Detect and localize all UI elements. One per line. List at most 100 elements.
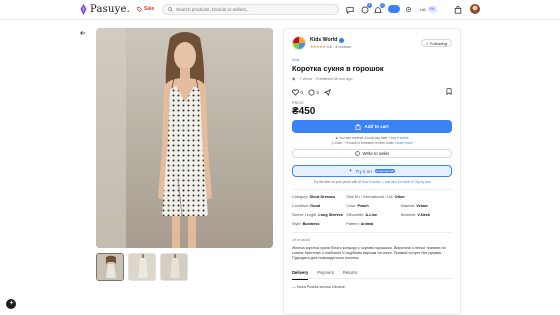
attribute-item: Style: Business	[292, 222, 343, 226]
price-label: PRICE	[292, 101, 304, 105]
share-button[interactable]	[323, 88, 331, 96]
product-attributes: Category: Short Dresses Size EU / Interna…	[292, 189, 452, 226]
stars-icon: ★★★★★	[310, 45, 326, 49]
chat-icon	[345, 6, 354, 14]
attribute-value: Peach	[357, 204, 369, 208]
attribute-item: Size EU / International / UA: Other	[346, 195, 452, 199]
verified-icon	[339, 37, 345, 43]
messages-button[interactable]: 1	[360, 3, 372, 14]
coin-icon: ◎	[331, 141, 335, 145]
logo-mark-icon	[80, 4, 87, 15]
send-icon	[323, 88, 331, 96]
thumbnail-1[interactable]	[96, 253, 124, 281]
attribute-value: Short Dresses	[309, 195, 336, 199]
back-button[interactable]	[80, 30, 86, 36]
attribute-key: Color:	[346, 204, 357, 208]
info-tabs: Delivery Payment Returns	[292, 270, 452, 280]
try-on-how-link[interactable]: How it works	[362, 180, 380, 184]
experimental-badge: Experimental	[374, 169, 396, 173]
write-to-seller-button[interactable]: Write to seller	[292, 149, 452, 158]
cart-icon	[355, 123, 361, 130]
search-bar[interactable]	[162, 4, 339, 15]
chat-icon	[354, 151, 360, 156]
comments-button[interactable]: 3	[308, 88, 319, 96]
brand-logo[interactable]: Pasuye.	[80, 4, 130, 15]
settings-button[interactable]	[404, 5, 413, 14]
product-title: Коротка сукня в горошок	[292, 64, 384, 73]
seller-rating-text: 4.6 · 4 reviews	[326, 45, 352, 49]
attribute-value: V-Neck	[417, 213, 431, 217]
notifications-button[interactable]: 2	[373, 3, 385, 14]
thumbnail-image	[97, 254, 123, 280]
note-line-2-text: Earn ~% back in bonuses on this order.	[335, 141, 395, 145]
try-it-on-label: Try it on	[355, 168, 372, 174]
tab-delivery[interactable]: Delivery	[292, 270, 309, 280]
seller-rating: ★★★★★ 4.6 · 4 reviews	[310, 44, 351, 49]
attribute-value: Animal	[360, 222, 374, 226]
attribute-item: Pattern: Animal	[346, 222, 397, 226]
attribute-value: Business	[302, 222, 320, 226]
learn-more-link[interactable]: Learn more	[395, 141, 412, 145]
tab-returns[interactable]: Returns	[343, 270, 358, 278]
theme-toggle[interactable]	[388, 5, 400, 13]
attribute-value: A-Line	[365, 213, 378, 217]
attribute-item: Color: Peach	[346, 204, 397, 208]
cart-button[interactable]	[453, 5, 462, 14]
attribute-key: Silhouette:	[346, 213, 365, 217]
chat-button[interactable]	[345, 5, 354, 14]
category-link[interactable]: Kids	[292, 58, 452, 62]
try-it-on-button[interactable]: ✦ Try it on Experimental	[292, 165, 452, 177]
try-on-note-mid: — and who it's worth it?	[380, 180, 415, 184]
views-count: 7 views	[299, 76, 312, 81]
thumbnail-3[interactable]	[160, 253, 188, 281]
user-avatar[interactable]	[470, 4, 480, 14]
brand-name: Pasuye.	[90, 4, 130, 15]
magic-wand-icon: ✦	[348, 168, 353, 173]
top-header: Pasuye. Sale 1 2 UA EN	[0, 0, 560, 20]
try-on-note-text: Try the item on your photo with AI	[313, 180, 361, 184]
my-try-ons-link[interactable]: My try-ons	[415, 180, 430, 184]
attribute-key: Size EU / International / UA:	[346, 195, 394, 199]
seller-avatar	[292, 36, 306, 50]
search-icon	[168, 7, 173, 12]
tab-payment[interactable]: Payment	[317, 270, 334, 278]
seller-name-row: Kids World	[310, 37, 351, 43]
attribute-item: Material: Velour	[401, 204, 452, 208]
try-on-note: Try the item on your photo with AI How i…	[292, 180, 452, 184]
attribute-key: Sleeve Length:	[292, 213, 318, 217]
note-line-1-text: You can reserve 4-hold pay later.	[338, 136, 389, 140]
attribute-key: Condition:	[292, 204, 310, 208]
main-product-photo[interactable]	[96, 28, 273, 248]
bookmark-button[interactable]	[446, 88, 452, 95]
stock-count: 19 in stock	[292, 232, 452, 242]
attribute-item: Sleeve Length: Long Sleeves	[292, 213, 343, 217]
follow-button[interactable]: ✓ Following	[420, 39, 452, 47]
write-to-seller-label: Write to seller	[362, 151, 390, 156]
dress-photo-illustration	[96, 28, 273, 248]
published-time: Published 45 min ago	[316, 76, 353, 81]
thumbnail-image	[161, 254, 187, 280]
product-meta: ◉ 7 views Published 45 min ago	[292, 76, 452, 82]
shield-icon: ◈	[335, 136, 339, 140]
note-line-2: ◎ Earn ~% back in bonuses on this order.…	[292, 141, 452, 146]
product-actions: 0 3	[292, 88, 452, 96]
assistant-fab[interactable]	[6, 299, 16, 309]
sale-link[interactable]: Sale	[137, 6, 154, 12]
add-to-cart-button[interactable]: Add to cart	[292, 120, 452, 133]
bag-icon	[454, 5, 461, 14]
thumbnail-2[interactable]	[128, 253, 156, 281]
notifications-badge: 2	[380, 3, 385, 8]
likes-count: 0	[300, 89, 303, 95]
how-it-works-link[interactable]: How it works	[389, 136, 408, 140]
add-to-cart-label: Add to cart	[364, 124, 389, 129]
like-button[interactable]: 0	[292, 89, 303, 96]
arrow-left-icon	[80, 30, 86, 36]
attribute-value: Long Sleeves	[318, 213, 343, 217]
language-switch[interactable]: UA EN	[420, 5, 437, 13]
attribute-value: Other	[394, 195, 405, 199]
check-icon: ✓	[425, 41, 429, 46]
attribute-item: Condition: Good	[292, 204, 343, 208]
search-input[interactable]	[176, 7, 336, 12]
seller-name: Kids World	[310, 37, 338, 43]
attribute-key: Style:	[292, 222, 302, 226]
